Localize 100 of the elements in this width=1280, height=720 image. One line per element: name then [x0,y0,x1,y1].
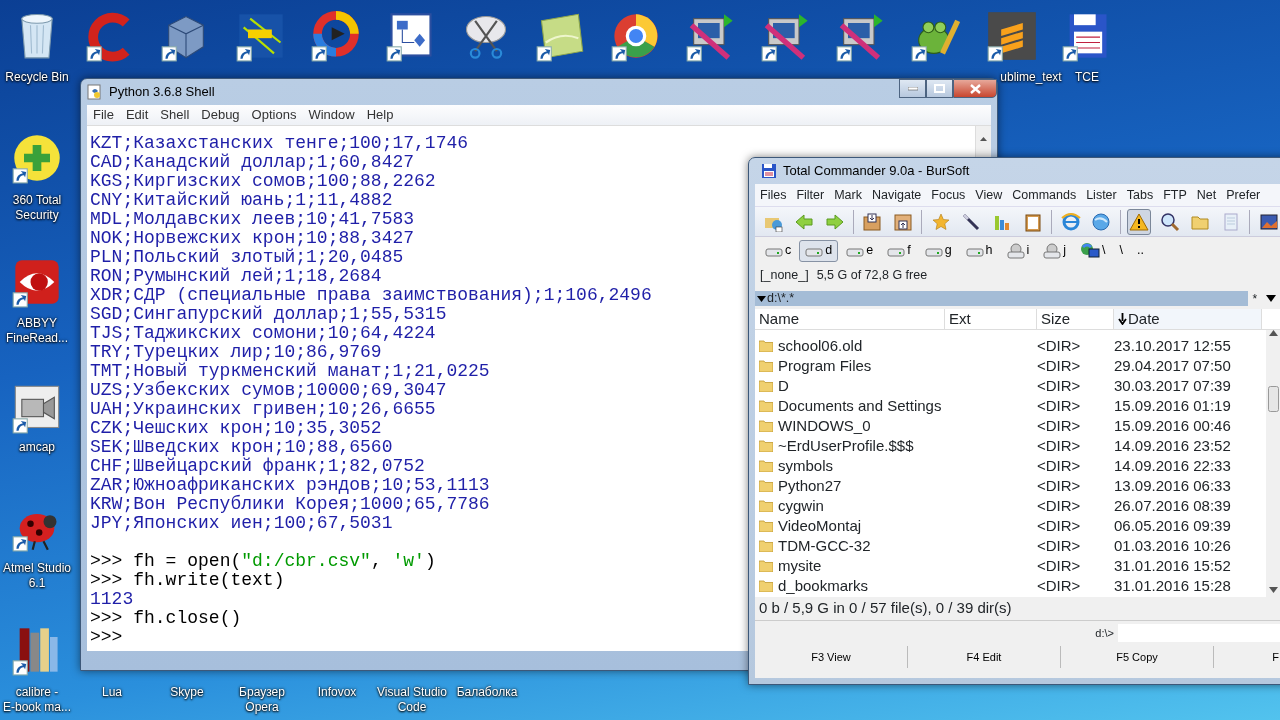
file-date: 14.09.2016 23:52 [1114,436,1231,454]
current-path: d:\*.* [767,290,795,308]
drive-button[interactable]: e [840,239,880,262]
drive-button[interactable]: j [1037,239,1073,262]
code-line: fh.write(text) [133,570,285,590]
search-icon [1159,211,1180,232]
menu-item[interactable]: Filter [791,185,830,205]
menu-item[interactable]: Window [302,105,361,125]
folder-icon [759,500,773,512]
menu-item[interactable]: Net [1191,185,1222,205]
browser-icon [1060,211,1081,232]
output-line: SEK;Шведских крон;10;88,6560 [90,437,393,457]
menu-item[interactable]: Files [755,185,792,205]
file-size: <DIR> [1037,436,1081,454]
output-line: ZAR;Южноафриканских рэндов;10;53,1113 [90,475,490,495]
file-date: 23.10.2017 12:55 [1114,336,1231,354]
icon-label[interactable]: ABBYY FineRead... [6,316,68,346]
file-size: <DIR> [1037,336,1081,354]
column-header[interactable]: Ext [945,309,1037,329]
menu-item[interactable]: Mark [829,185,867,205]
icon-label[interactable]: Atmel Studio 6.1 [3,561,71,591]
code-line: fh.close() [133,608,242,628]
file-date: 15.09.2016 00:46 [1114,416,1231,434]
function-key-button[interactable]: F5 Copy [1061,646,1214,668]
scrollbar[interactable] [1266,330,1280,597]
file-size: <DIR> [1037,516,1081,534]
menu-item[interactable]: Prefer [1221,185,1266,205]
output-line: CZK;Чешских крон;10;35,3052 [90,418,382,438]
drive-button[interactable]: c [759,239,798,262]
menu-item[interactable]: Shell [154,105,196,125]
menu-item[interactable]: Navigate [866,185,927,205]
output-line: TJS;Таджикских сомони;10;64,4224 [90,323,436,343]
zigzag-tile-icon[interactable] [986,10,1038,62]
shell-prompt: >>> [90,627,123,647]
minimize-icon [907,86,918,91]
menu-item[interactable]: Focus [926,185,971,205]
icon-label[interactable]: Recycle Bin [5,70,69,85]
drive-button[interactable]: \ [1113,239,1130,262]
menu-item[interactable]: File [87,105,120,125]
menu-item[interactable]: Options [245,105,303,125]
drive-button[interactable]: f [881,239,917,262]
menu-item[interactable]: Tabs [1121,185,1159,205]
file-size: <DIR> [1037,536,1081,554]
window-title: Python 3.6.8 Shell [109,83,215,102]
output-line: CAD;Канадский доллар;1;60,8427 [90,152,415,172]
caret-icon[interactable] [757,295,766,302]
folder-icon [759,460,773,472]
output-line: NOK;Норвежских крон;10;88,3427 [90,228,415,248]
folder-icon [759,580,773,592]
warning-icon [1128,211,1149,232]
file-size: <DIR> [1037,396,1081,414]
output-line: KRW;Вон Республики Корея;1000;65,7786 [90,494,490,514]
folder-icon [759,400,773,412]
shell-prompt: >>> [90,551,123,571]
icon-label[interactable]: ublime_text [1000,70,1062,85]
folder-icon [759,420,773,432]
function-key-button[interactable]: F4 Edit [908,646,1061,668]
shell-prompt: >>> [90,570,123,590]
output-line: 1123 [90,589,134,609]
plus-circle-icon[interactable] [11,132,63,184]
down-arrow-icon[interactable] [1269,587,1278,593]
folder-icon [759,380,773,392]
column-header[interactable]: Date [1114,309,1262,329]
file-date: 29.04.2017 07:50 [1114,356,1231,374]
menu-item[interactable]: Commands [1007,185,1082,205]
menu-item[interactable]: View [970,185,1008,205]
drive-button[interactable]: d [799,239,839,262]
free-space-text: 5,5 G of 72,8 G free [816,266,928,284]
menu-item[interactable]: Lister [1081,185,1122,205]
file-date: 26.07.2016 08:39 [1114,496,1231,514]
folder-icon [759,540,773,552]
function-key-button[interactable]: F3 View [755,646,908,668]
menu-item[interactable]: Help [360,105,400,125]
down-arrow-icon [1118,313,1127,325]
close-button[interactable] [953,79,997,98]
icon-label[interactable]: 360 Total Security [12,193,62,223]
caret-icon[interactable] [1266,295,1277,302]
drive-button[interactable]: h [959,239,999,262]
menu-item[interactable]: FTP [1158,185,1192,205]
cd-drive-icon [1006,242,1025,259]
cd-drive-icon [1043,242,1062,259]
minimize-button[interactable] [899,79,926,98]
menu-item[interactable]: Debug [195,105,246,125]
column-header[interactable]: Name [755,309,945,329]
file-date: 15.09.2016 01:19 [1114,396,1231,414]
menu-item[interactable]: Edit [119,105,155,125]
command-prompt: d:\> [1095,625,1114,641]
function-key-button[interactable]: F [1214,646,1280,668]
color-ring-icon[interactable] [310,10,362,62]
icon-label[interactable]: TCE [1075,70,1099,85]
drive-button[interactable]: i [1000,239,1036,262]
scroll-thumb[interactable] [1268,386,1279,412]
drive-button[interactable]: \ [1074,239,1112,262]
maximize-button[interactable] [926,79,953,98]
drive-button[interactable]: .. [1131,239,1151,262]
icon-label[interactable]: amcap [19,440,55,455]
drive-button[interactable]: g [918,239,958,262]
folder-icon [759,340,773,352]
output-line: TRY;Турецких лир;10;86,9769 [90,342,382,362]
output-line: JPY;Японских иен;100;67,5031 [90,513,393,533]
